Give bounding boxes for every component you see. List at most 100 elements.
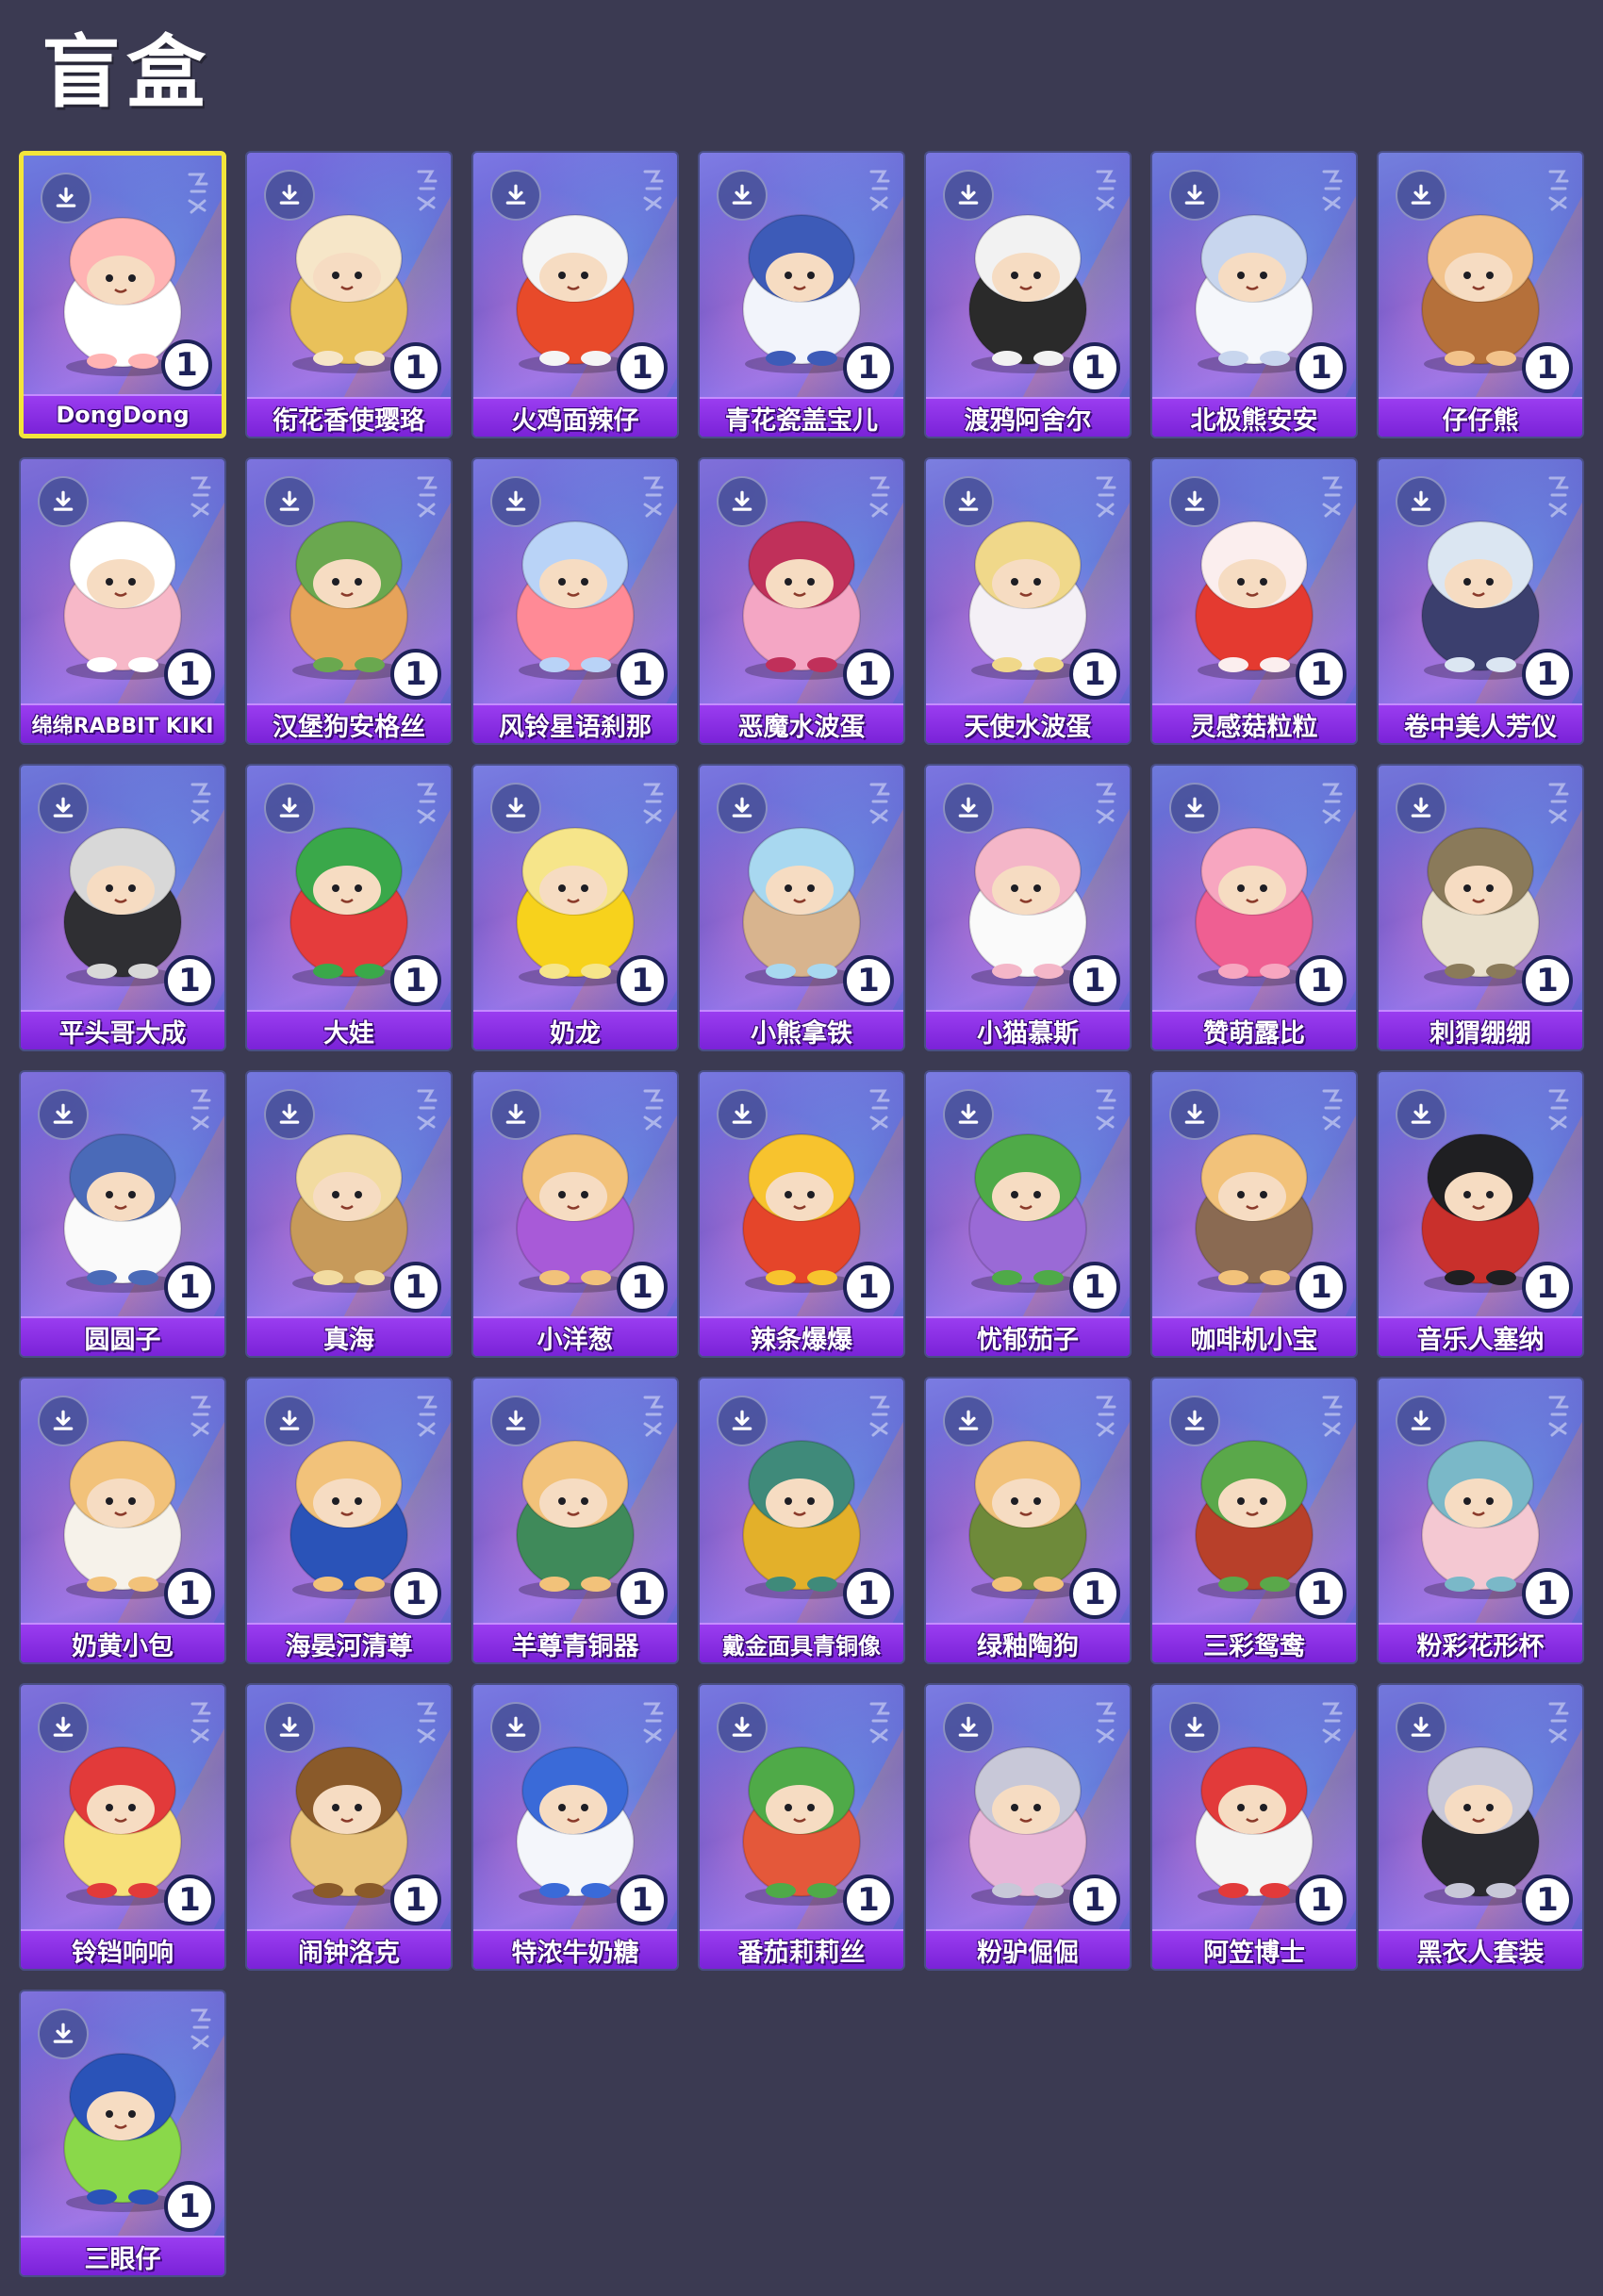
blind-box-card[interactable]: 1 奶黄小包 (19, 1377, 226, 1664)
blind-box-card[interactable]: 1 咖啡机小宝 (1150, 1070, 1358, 1358)
blind-box-card[interactable]: 1 恶魔水波蛋 (698, 457, 905, 745)
download-button[interactable] (264, 1702, 315, 1753)
count-badge: 1 (164, 1568, 215, 1619)
blind-box-card[interactable]: 1 阿笠博士 (1150, 1683, 1358, 1971)
download-button[interactable] (1169, 1089, 1220, 1140)
blind-box-card[interactable]: 1 衔花香使璎珞 (245, 151, 453, 438)
download-button[interactable] (943, 476, 994, 527)
download-button[interactable] (1396, 476, 1446, 527)
download-button[interactable] (1396, 170, 1446, 221)
brand-logo-icon (1094, 168, 1118, 253)
blind-box-card[interactable]: 1 忧郁茄子 (924, 1070, 1132, 1358)
download-button[interactable] (717, 783, 768, 834)
blind-box-card[interactable]: 1 圆圆子 (19, 1070, 226, 1358)
blind-box-card[interactable]: 1 渡鸦阿舍尔 (924, 151, 1132, 438)
download-button[interactable] (264, 783, 315, 834)
download-button[interactable] (943, 1396, 994, 1446)
download-button[interactable] (1169, 783, 1220, 834)
blind-box-card[interactable]: 1 粉驴倔倔 (924, 1683, 1132, 1971)
download-button[interactable] (38, 1396, 89, 1446)
blind-box-card[interactable]: 1 三眼仔 (19, 1990, 226, 2277)
blind-box-card[interactable]: 1 黑衣人套装 (1377, 1683, 1584, 1971)
blind-box-card[interactable]: 1 辣条爆爆 (698, 1070, 905, 1358)
blind-box-card[interactable]: 1 仔仔熊 (1377, 151, 1584, 438)
download-button[interactable] (1169, 476, 1220, 527)
download-button[interactable] (1169, 1702, 1220, 1753)
download-button[interactable] (717, 170, 768, 221)
download-button[interactable] (264, 476, 315, 527)
download-button[interactable] (1396, 783, 1446, 834)
blind-box-card[interactable]: 1 戴金面具青铜像 (698, 1377, 905, 1664)
card-name-label: 三彩鸳鸯 (1203, 1631, 1305, 1661)
download-button[interactable] (38, 476, 89, 527)
download-button[interactable] (38, 1702, 89, 1753)
blind-box-card[interactable]: 1 音乐人塞纳 (1377, 1070, 1584, 1358)
download-button[interactable] (1169, 170, 1220, 221)
blind-box-card[interactable]: 1 粉彩花形杯 (1377, 1377, 1584, 1664)
download-button[interactable] (717, 1702, 768, 1753)
count-badge: 1 (164, 2181, 215, 2232)
download-button[interactable] (264, 170, 315, 221)
download-button[interactable] (943, 1089, 994, 1140)
download-button[interactable] (38, 2008, 89, 2059)
blind-box-card[interactable]: 1 DongDong (19, 151, 226, 438)
download-button[interactable] (490, 1089, 541, 1140)
card-name-bar: 戴金面具青铜像 (700, 1623, 903, 1662)
blind-box-card[interactable]: 1 卷中美人芳仪 (1377, 457, 1584, 745)
download-button[interactable] (264, 1089, 315, 1140)
blind-box-card[interactable]: 1 汉堡狗安格丝 (245, 457, 453, 745)
blind-box-card[interactable]: 1 三彩鸳鸯 (1150, 1377, 1358, 1664)
download-button[interactable] (490, 170, 541, 221)
blind-box-card[interactable]: 1 羊尊青铜器 (471, 1377, 679, 1664)
blind-box-card[interactable]: 1 绿釉陶狗 (924, 1377, 1132, 1664)
download-button[interactable] (490, 476, 541, 527)
blind-box-card[interactable]: 1 番茄莉莉丝 (698, 1683, 905, 1971)
blind-box-card[interactable]: 1 火鸡面辣仔 (471, 151, 679, 438)
download-button[interactable] (38, 1089, 89, 1140)
blind-box-card[interactable]: 1 绵绵RABBIT KIKI (19, 457, 226, 745)
download-button[interactable] (717, 1089, 768, 1140)
blind-box-card[interactable]: 1 赞萌露比 (1150, 764, 1358, 1051)
download-button[interactable] (38, 783, 89, 834)
download-button[interactable] (490, 1396, 541, 1446)
download-button[interactable] (943, 783, 994, 834)
blind-box-card[interactable]: 1 特浓牛奶糖 (471, 1683, 679, 1971)
blind-box-card[interactable]: 1 平头哥大成 (19, 764, 226, 1051)
blind-box-card[interactable]: 1 奶龙 (471, 764, 679, 1051)
blind-box-card[interactable]: 1 青花瓷盖宝儿 (698, 151, 905, 438)
download-button[interactable] (490, 783, 541, 834)
download-button[interactable] (943, 170, 994, 221)
card-name-bar: 闹钟洛克 (247, 1929, 451, 1969)
brand-logo-icon (1320, 168, 1345, 253)
download-button[interactable] (1169, 1396, 1220, 1446)
download-button[interactable] (41, 173, 91, 223)
card-name-label: 戴金面具青铜像 (722, 1632, 881, 1660)
blind-box-card[interactable]: 1 小猫慕斯 (924, 764, 1132, 1051)
download-button[interactable] (943, 1702, 994, 1753)
download-button[interactable] (1396, 1702, 1446, 1753)
blind-box-card[interactable]: 1 真海 (245, 1070, 453, 1358)
download-button[interactable] (717, 476, 768, 527)
download-icon (1411, 490, 1431, 511)
download-button[interactable] (1396, 1396, 1446, 1446)
blind-box-card[interactable]: 1 灵感菇粒粒 (1150, 457, 1358, 745)
blind-box-card[interactable]: 1 铃铛响响 (19, 1683, 226, 1971)
blind-box-card[interactable]: 1 风铃星语刹那 (471, 457, 679, 745)
card-name-bar: 阿笠博士 (1152, 1929, 1356, 1969)
page-title: 盲盒 (41, 26, 212, 119)
blind-box-card[interactable]: 1 闹钟洛克 (245, 1683, 453, 1971)
download-icon (958, 184, 979, 205)
blind-box-card[interactable]: 1 海晏河清尊 (245, 1377, 453, 1664)
blind-box-card[interactable]: 1 北极熊安安 (1150, 151, 1358, 438)
blind-box-card[interactable]: 1 小熊拿铁 (698, 764, 905, 1051)
download-icon (1184, 490, 1205, 511)
download-button[interactable] (264, 1396, 315, 1446)
blind-box-card[interactable]: 1 小洋葱 (471, 1070, 679, 1358)
download-button[interactable] (1396, 1089, 1446, 1140)
blind-box-card[interactable]: 1 大娃 (245, 764, 453, 1051)
download-icon (1184, 1716, 1205, 1737)
blind-box-card[interactable]: 1 天使水波蛋 (924, 457, 1132, 745)
download-button[interactable] (717, 1396, 768, 1446)
blind-box-card[interactable]: 1 刺猬绷绷 (1377, 764, 1584, 1051)
download-button[interactable] (490, 1702, 541, 1753)
